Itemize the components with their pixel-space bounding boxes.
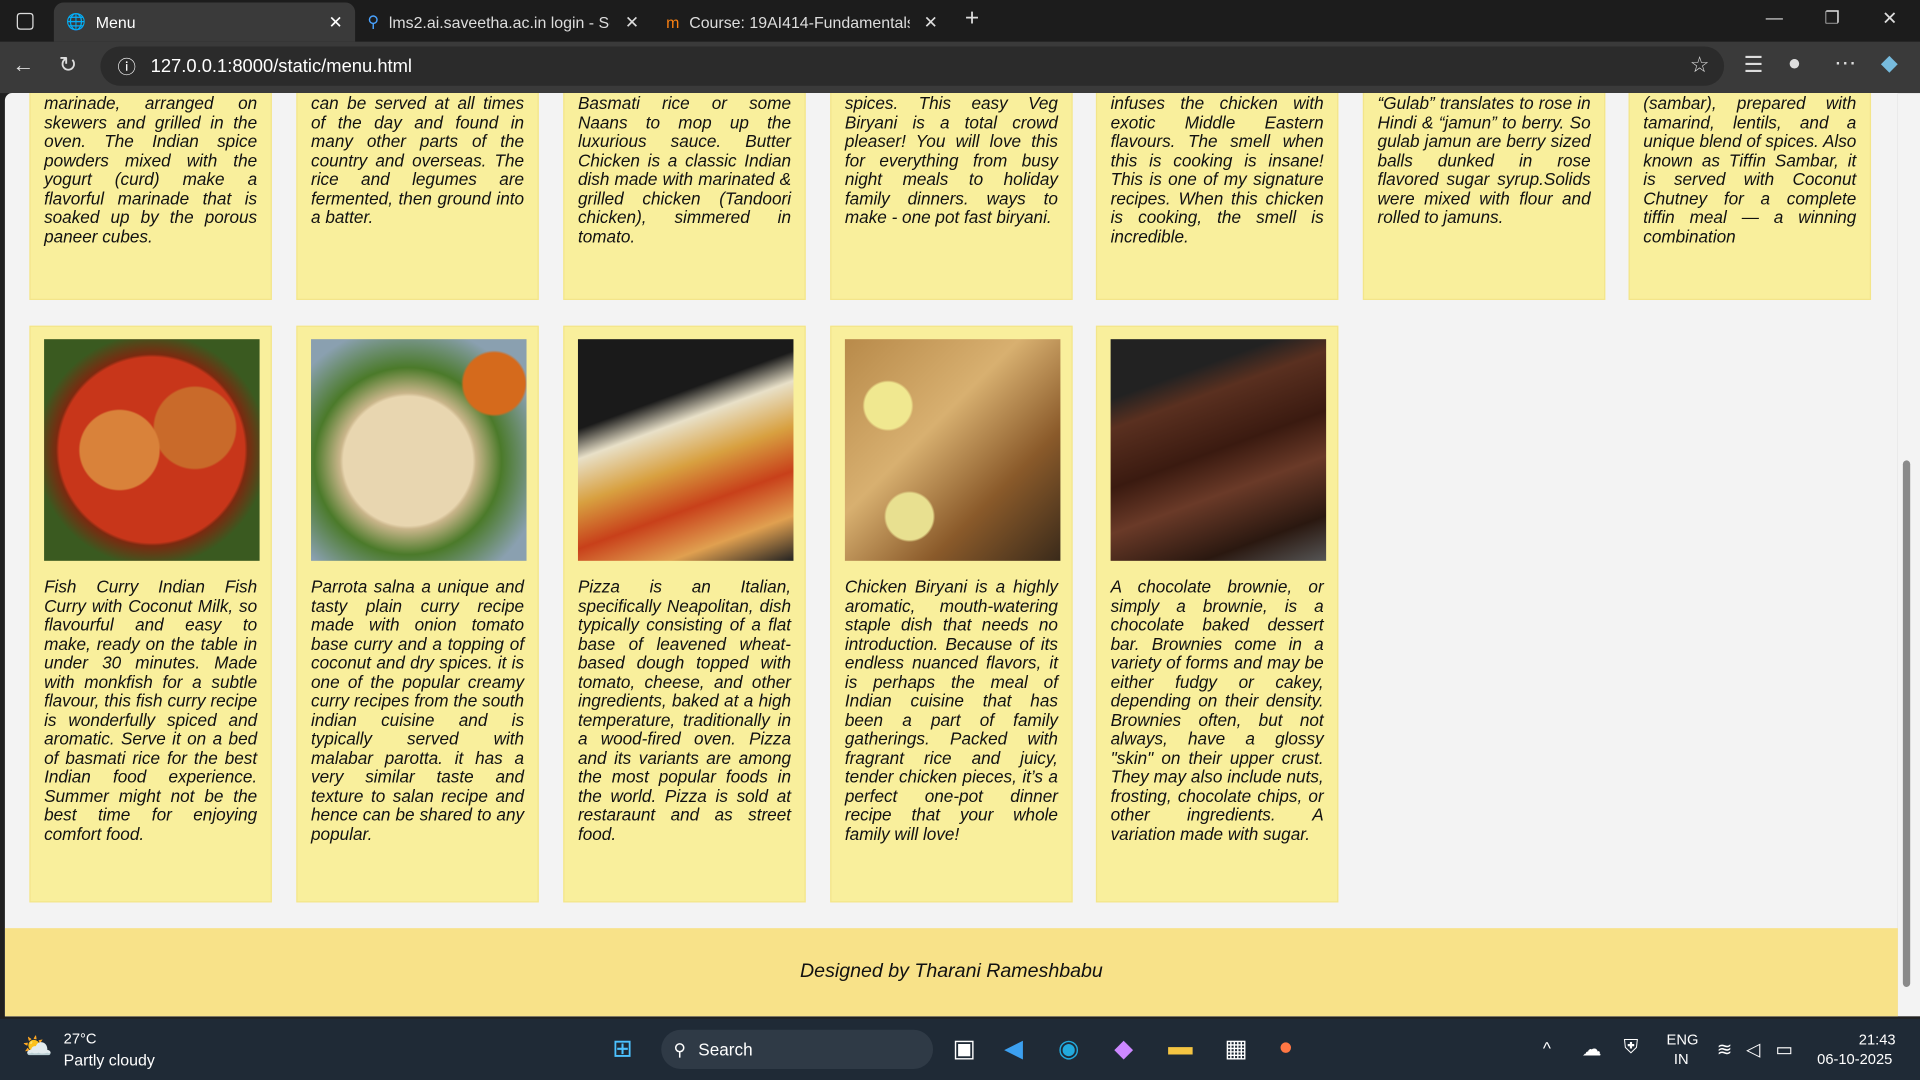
menu-card: Basmati rice or some Naans to mop up the… (563, 93, 806, 301)
more-icon[interactable]: ⋯ (1834, 50, 1856, 76)
tab-menu[interactable]: 🌐 Menu ✕ (53, 2, 356, 42)
vscode-icon[interactable]: ◀ (1004, 1033, 1023, 1064)
tab-title: Menu (95, 12, 136, 32)
menu-card: can be served at all times of the day an… (296, 93, 539, 301)
search-label: Search (698, 1039, 753, 1060)
restore-icon[interactable]: ❐ (1824, 7, 1839, 28)
copilot-icon[interactable]: ◆ (1881, 50, 1898, 76)
dish-description: Chicken Biryani is a highly aromatic, mo… (844, 576, 1058, 844)
start-icon[interactable]: ⊞ (612, 1033, 633, 1064)
menu-card: spices. This easy Veg Biryani is a total… (830, 93, 1073, 301)
sidebar-toggle-icon[interactable]: ▢ (15, 7, 36, 33)
menu-card: “Gulab” translates to rose in Hindi & “j… (1362, 93, 1606, 301)
favorite-icon[interactable]: ☆ (1690, 53, 1710, 79)
moodle-icon: m (666, 12, 680, 32)
store-icon[interactable]: ▦ (1224, 1033, 1247, 1064)
tab-bar: ▢ 🌐 Menu ✕ ⚲ lms2.ai.saveetha.ac.in login -… (0, 0, 1920, 42)
menu-card: Pizza is an Italian, specifically Neapol… (563, 325, 806, 903)
language[interactable]: ENG (1667, 1031, 1699, 1048)
dish-description: Basmati rice or some Naans to mop up the… (577, 93, 792, 246)
region[interactable]: IN (1674, 1051, 1689, 1068)
search-icon: ⚲ (367, 12, 380, 31)
fish-curry-image (44, 339, 260, 561)
menu-card: Chicken Biryani is a highly aromatic, mo… (830, 325, 1073, 903)
copilot-icon[interactable]: ◆ (1114, 1033, 1133, 1064)
temperature: 27°C (63, 1029, 97, 1047)
chicken-biryani-image (844, 339, 1061, 561)
dish-description: spices. This easy Veg Biryani is a total… (844, 93, 1058, 227)
dish-description: Pizza is an Italian, specifically Neapol… (577, 576, 792, 844)
clock-time[interactable]: 21:43 (1859, 1031, 1896, 1048)
tab-title: lms2.ai.saveetha.ac.in login - Sear (388, 12, 610, 32)
dish-description: Fish Curry Indian Fish Curry with Coconu… (44, 576, 258, 844)
info-icon: ⓘ (117, 56, 136, 78)
minimize-icon[interactable]: — (1766, 7, 1783, 27)
battery-icon[interactable]: ▭ (1776, 1038, 1793, 1061)
pizza-image (577, 339, 794, 561)
menu-card: Parrota salna a unique and tasty plain c… (296, 325, 539, 903)
weather-icon: ⛅ (22, 1033, 53, 1061)
scrollbar[interactable] (1897, 93, 1920, 1017)
dish-description: (sambar), prepared with tamarind, lentil… (1643, 93, 1857, 246)
brownie-image (1110, 339, 1327, 561)
weather-text: Partly cloudy (63, 1050, 155, 1069)
parotta-salna-image (311, 339, 527, 561)
firefox-icon[interactable]: ● (1278, 1033, 1293, 1061)
file-explorer-icon[interactable]: ▬ (1168, 1033, 1192, 1061)
volume-icon[interactable]: ◁ (1746, 1038, 1760, 1061)
close-tab-icon[interactable]: ✕ (924, 12, 938, 33)
menu-card: (sambar), prepared with tamarind, lentil… (1628, 93, 1872, 301)
favorites-icon[interactable]: ☰ (1744, 53, 1764, 79)
profile-icon[interactable]: ● (1788, 50, 1801, 76)
globe-icon: 🌐 (66, 12, 86, 31)
back-icon[interactable]: ← (12, 53, 34, 79)
onedrive-icon[interactable]: ☁ (1582, 1037, 1602, 1061)
dish-description: can be served at all times of the day an… (311, 93, 525, 227)
dish-description: A chocolate brownie, or simply a brownie… (1110, 576, 1324, 844)
menu-page: marinade, arranged on skewers and grille… (4, 93, 1898, 1017)
footer: Designed by Tharani Rameshbabu (4, 928, 1898, 1017)
chevron-up-icon[interactable]: ^ (1543, 1038, 1551, 1058)
task-view-icon[interactable]: ▣ (953, 1033, 976, 1064)
browser-toolbar: ← ↻ ⓘ 127.0.0.1:8000/static/menu.html ☆ ☰… (0, 41, 1920, 94)
scrollbar-thumb[interactable] (1902, 460, 1911, 987)
close-window-icon[interactable]: ✕ (1882, 7, 1897, 30)
tab-course[interactable]: m Course: 19AI414-Fundamentals of ✕ (654, 2, 950, 41)
menu-card: A chocolate brownie, or simply a brownie… (1095, 325, 1339, 903)
taskbar: ⛅ 27°C Partly cloudy ⊞ ⚲ Search ▣ ◀ ◉ ◆ ▬… (0, 1018, 1920, 1080)
refresh-icon[interactable]: ↻ (59, 53, 77, 79)
security-icon[interactable]: ⛨ (1624, 1037, 1639, 1059)
footer-text: Designed by Tharani Rameshbabu (800, 961, 1103, 983)
menu-card: infuses the chicken with exotic Middle E… (1095, 93, 1339, 301)
url-text: 127.0.0.1:8000/static/menu.html (150, 55, 413, 77)
address-bar[interactable]: ⓘ 127.0.0.1:8000/static/menu.html (100, 46, 1725, 86)
dish-description: Parrota salna a unique and tasty plain c… (311, 576, 525, 844)
wifi-icon[interactable]: ≋ (1717, 1038, 1732, 1061)
menu-card: Fish Curry Indian Fish Curry with Coconu… (29, 325, 272, 903)
dish-description: infuses the chicken with exotic Middle E… (1110, 93, 1324, 246)
close-tab-icon[interactable]: ✕ (625, 12, 639, 33)
menu-card: marinade, arranged on skewers and grille… (29, 93, 272, 301)
clock-date[interactable]: 06-10-2025 (1817, 1051, 1892, 1068)
dish-description: marinade, arranged on skewers and grille… (44, 93, 258, 246)
close-tab-icon[interactable]: ✕ (328, 12, 342, 33)
taskbar-search[interactable]: ⚲ Search (661, 1029, 934, 1069)
tab-search[interactable]: ⚲ lms2.ai.saveetha.ac.in login - Sear ✕ (355, 2, 651, 41)
search-icon: ⚲ (673, 1038, 687, 1059)
tab-title: Course: 19AI414-Fundamentals of (689, 12, 910, 32)
edge-icon[interactable]: ◉ (1058, 1033, 1079, 1064)
dish-description: “Gulab” translates to rose in Hindi & “j… (1377, 93, 1591, 227)
new-tab-icon[interactable]: + (965, 5, 979, 33)
